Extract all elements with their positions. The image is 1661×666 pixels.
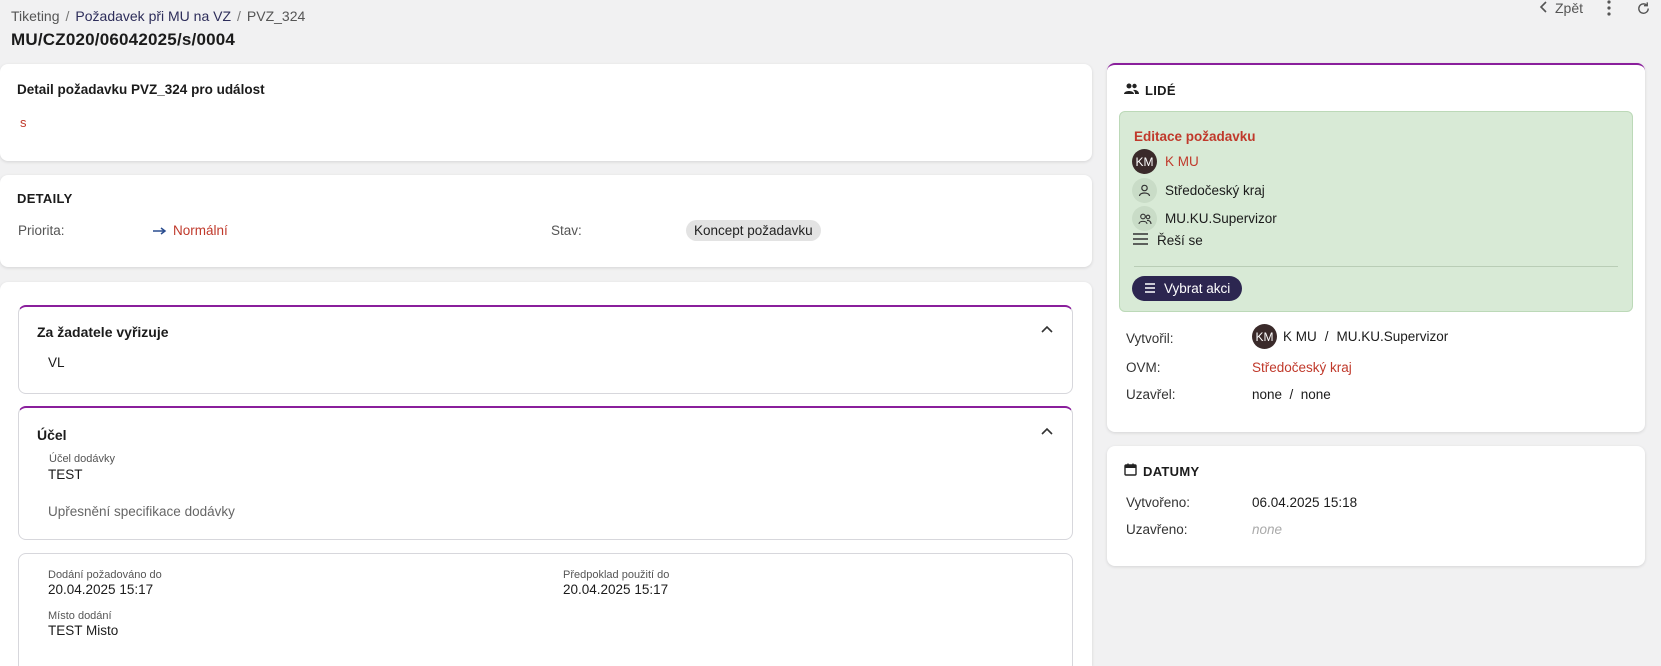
edit-status: Řeší se bbox=[1157, 233, 1203, 248]
select-action-button[interactable]: Vybrat akci bbox=[1132, 276, 1243, 301]
closed-date-value: none bbox=[1252, 522, 1283, 537]
created-date-value: 06.04.2025 15:18 bbox=[1252, 495, 1358, 510]
breadcrumb-separator: / bbox=[65, 8, 70, 24]
lide-title: LIDÉ bbox=[1124, 83, 1176, 98]
chevron-up-icon[interactable] bbox=[1040, 425, 1054, 439]
back-button[interactable]: Zpět bbox=[1539, 0, 1583, 16]
list-icon bbox=[1132, 233, 1149, 248]
ovm-value[interactable]: Středočeský kraj bbox=[1252, 360, 1352, 375]
edit-status-row: Řeší se bbox=[1132, 233, 1203, 248]
select-action-label: Vybrat akci bbox=[1164, 281, 1231, 296]
place-value: TEST Misto bbox=[48, 623, 119, 638]
edit-role: MU.KU.Supervizor bbox=[1165, 211, 1277, 226]
place-label: Místo dodání bbox=[48, 610, 112, 622]
chevron-left-icon bbox=[1539, 0, 1549, 16]
details-title: DETAILY bbox=[17, 191, 73, 206]
person-icon bbox=[1132, 178, 1157, 203]
created-by-separator: / bbox=[1324, 329, 1329, 344]
refresh-icon[interactable] bbox=[1635, 0, 1651, 16]
dates-panel: Dodání požadováno do 20.04.2025 15:17 Př… bbox=[18, 553, 1073, 666]
ucel-panel: Účel Účel dodávky TEST Upřesnění specifi… bbox=[18, 406, 1073, 540]
back-label: Zpět bbox=[1554, 0, 1583, 16]
edit-region-row: Středočeský kraj bbox=[1132, 178, 1265, 203]
zadatel-panel: Za žadatele vyřizuje VL bbox=[18, 305, 1073, 394]
zadatel-value: VL bbox=[48, 355, 65, 370]
avatar: KM bbox=[1252, 324, 1277, 349]
delivery-value: 20.04.2025 15:17 bbox=[48, 582, 154, 597]
breadcrumb: Tiketing / Požadavek při MU na VZ / PVZ_… bbox=[11, 8, 305, 24]
arrow-right-icon bbox=[153, 223, 167, 238]
datumy-card: DATUMY Vytvořeno: 06.04.2025 15:18 Uzavř… bbox=[1107, 446, 1645, 566]
created-by-role: MU.KU.Supervizor bbox=[1336, 329, 1449, 344]
priority-label: Priorita: bbox=[18, 223, 65, 238]
divider bbox=[1134, 266, 1618, 267]
edit-request-box: Editace požadavku KM K MU Středočeský kr… bbox=[1119, 111, 1633, 312]
detail-card-value: s bbox=[20, 115, 27, 130]
ucel-title: Účel bbox=[37, 427, 67, 443]
ucel-field-value: TEST bbox=[48, 467, 83, 482]
closed-by-label: Uzavřel: bbox=[1126, 387, 1176, 402]
ucel-field-label: Účel dodávky bbox=[49, 453, 116, 465]
created-date-label: Vytvořeno: bbox=[1126, 495, 1191, 510]
created-by-value: KM K MU / MU.KU.Supervizor bbox=[1252, 324, 1448, 349]
closed-by-value: none / none bbox=[1252, 387, 1331, 402]
details-card: DETAILY Priorita: Normální Stav: Koncept… bbox=[0, 175, 1092, 267]
edit-request-title: Editace požadavku bbox=[1134, 129, 1256, 144]
chevron-up-icon[interactable] bbox=[1040, 323, 1054, 337]
breadcrumb-mid[interactable]: Požadavek při MU na VZ bbox=[75, 8, 231, 24]
use-label: Předpoklad použití do bbox=[563, 569, 670, 581]
edit-role-row: MU.KU.Supervizor bbox=[1132, 206, 1277, 231]
priority-value: Normální bbox=[153, 223, 228, 238]
datumy-title-text: DATUMY bbox=[1143, 463, 1200, 479]
lide-title-text: LIDÉ bbox=[1145, 83, 1176, 98]
delivery-label: Dodání požadováno do bbox=[48, 569, 162, 581]
datumy-title: DATUMY bbox=[1124, 463, 1199, 479]
menu-icon bbox=[1144, 281, 1156, 296]
closed-date-label: Uzavřeno: bbox=[1126, 522, 1188, 537]
top-actions: Zpět bbox=[1539, 0, 1651, 16]
edit-user-row: KM K MU bbox=[1132, 149, 1199, 174]
breadcrumb-root[interactable]: Tiketing bbox=[11, 8, 60, 24]
state-badge: Koncept požadavku bbox=[686, 220, 821, 241]
breadcrumb-separator: / bbox=[237, 8, 241, 24]
detail-card: Detail požadavku PVZ_324 pro událost s bbox=[0, 64, 1092, 161]
ucel-spec-field[interactable]: Upřesnění specifikace dodávky bbox=[48, 504, 235, 519]
edit-region: Středočeský kraj bbox=[1165, 183, 1265, 198]
use-value: 20.04.2025 15:17 bbox=[563, 582, 669, 597]
calendar-icon bbox=[1124, 463, 1137, 479]
ovm-label: OVM: bbox=[1126, 360, 1161, 375]
priority-text: Normální bbox=[173, 223, 228, 238]
lide-card: LIDÉ Editace požadavku KM K MU Středočes… bbox=[1107, 63, 1645, 432]
detail-card-title: Detail požadavku PVZ_324 pro událost bbox=[17, 82, 265, 97]
group-icon bbox=[1132, 206, 1157, 231]
state-label: Stav: bbox=[551, 223, 582, 238]
breadcrumb-current: PVZ_324 bbox=[246, 8, 306, 24]
created-by-label: Vytvořil: bbox=[1126, 331, 1174, 346]
people-icon bbox=[1124, 83, 1139, 98]
page-title: MU/CZ020/06042025/s/0004 bbox=[11, 30, 236, 49]
edit-user-link[interactable]: K MU bbox=[1165, 154, 1199, 169]
avatar: KM bbox=[1132, 149, 1157, 174]
created-by-user[interactable]: K MU bbox=[1283, 329, 1317, 344]
zadatel-title: Za žadatele vyřizuje bbox=[37, 324, 169, 340]
more-vertical-icon[interactable] bbox=[1601, 0, 1617, 16]
